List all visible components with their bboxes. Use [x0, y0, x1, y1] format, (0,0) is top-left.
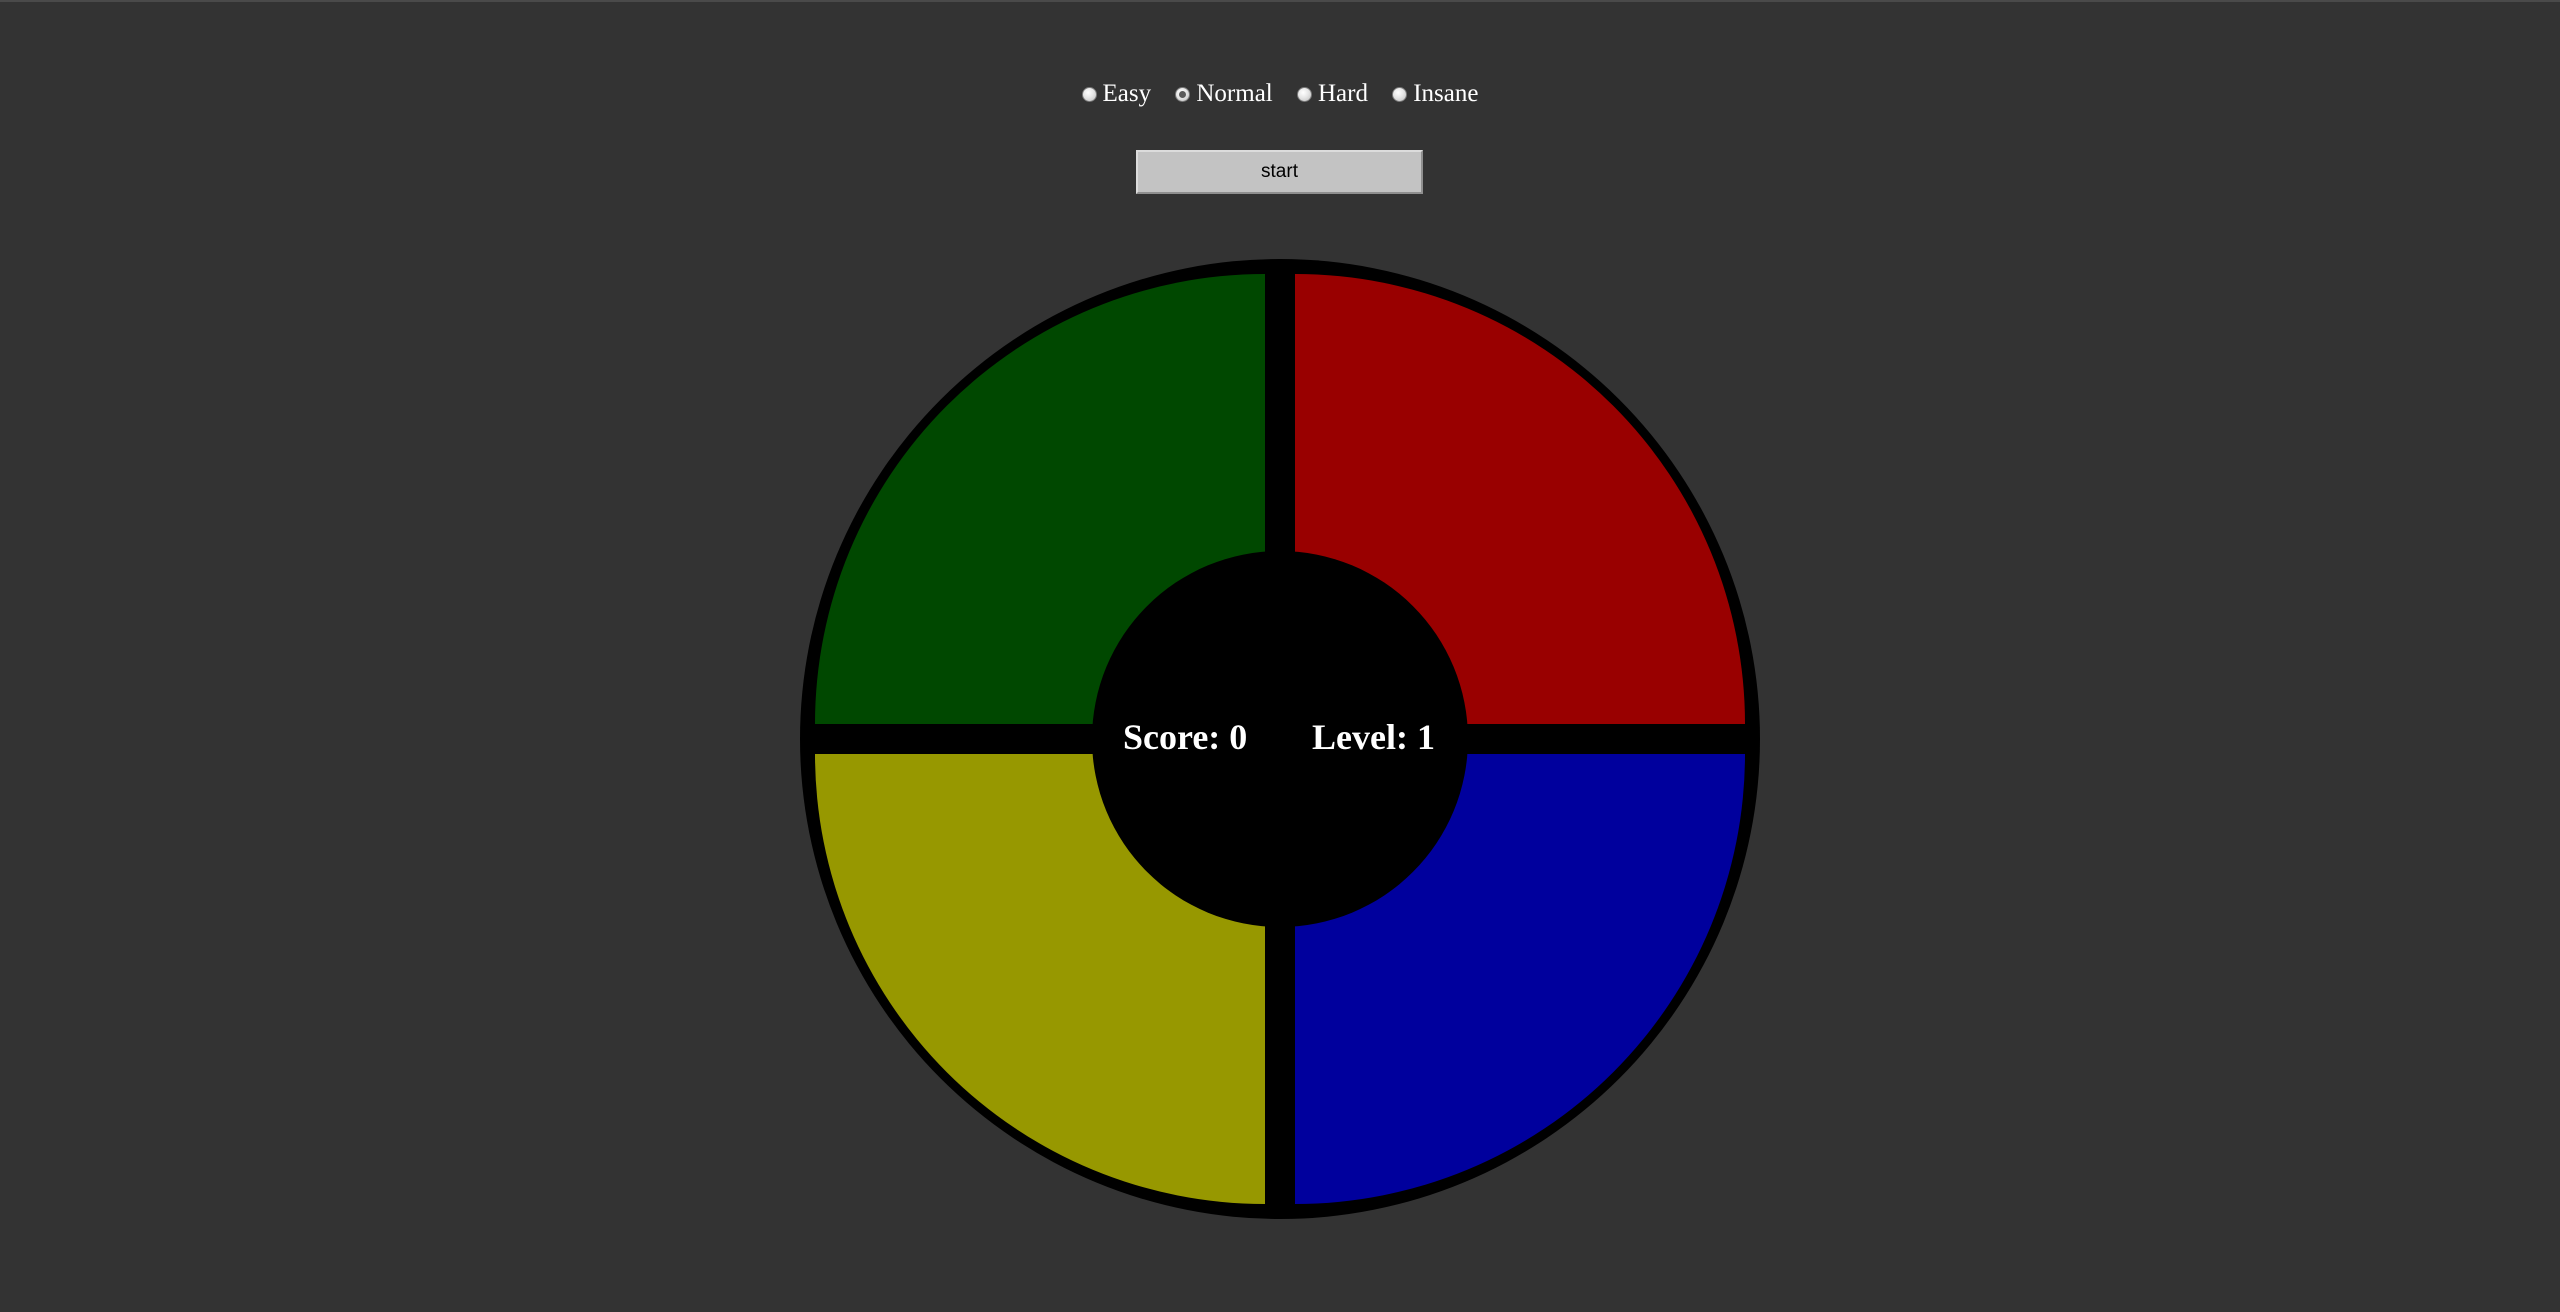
normal-radio[interactable]: [1175, 86, 1191, 102]
score-display: Score: 0: [1123, 717, 1248, 757]
start-button[interactable]: start: [1136, 150, 1423, 194]
difficulty-option-hard[interactable]: Hard: [1297, 80, 1368, 108]
simon-board: Score: 0 Level: 1: [800, 259, 1760, 1219]
difficulty-option-easy[interactable]: Easy: [1081, 80, 1152, 108]
game-page: Easy Normal Hard Insane start Score: 0 L…: [0, 0, 2560, 1312]
normal-label: Normal: [1196, 80, 1273, 107]
level-display: Level: 1: [1312, 717, 1435, 757]
hard-label: Hard: [1318, 80, 1368, 107]
difficulty-selector: Easy Normal Hard Insane: [0, 80, 2560, 109]
easy-label: Easy: [1102, 80, 1152, 107]
hard-radio[interactable]: [1297, 86, 1312, 102]
easy-radio[interactable]: [1081, 86, 1097, 102]
difficulty-option-insane[interactable]: Insane: [1392, 80, 1478, 108]
center-hub: Score: 0 Level: 1: [1092, 551, 1468, 927]
difficulty-option-normal[interactable]: Normal: [1175, 80, 1273, 108]
insane-radio[interactable]: [1392, 86, 1408, 102]
insane-label: Insane: [1413, 80, 1479, 107]
